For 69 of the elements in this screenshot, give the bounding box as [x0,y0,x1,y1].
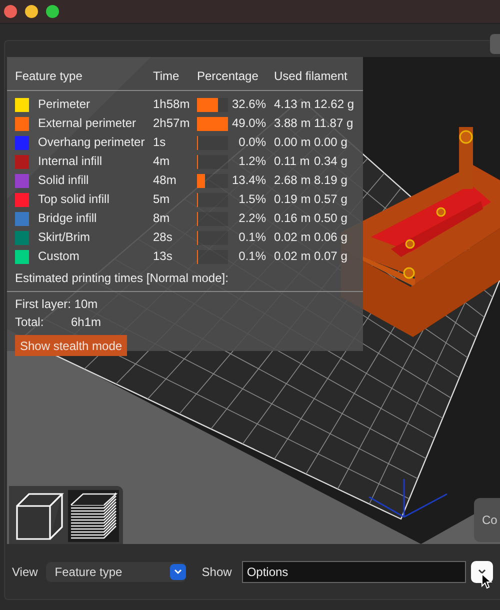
weight-value: 0.34 g [313,153,348,170]
stealth-mode-button[interactable]: Show stealth mode [15,335,128,356]
time-value: 48m [153,172,178,189]
weight-value: 8.19 g [313,172,348,189]
length-value: 0.16 m [273,210,310,227]
total-label: Total: [15,314,45,331]
weight-value: 0.07 g [313,248,348,265]
maximize-button[interactable] [46,5,59,18]
weight-value: 0.00 g [313,134,348,151]
length-value: 0.02 m [273,229,310,246]
feature-name: External perimeter [38,115,138,132]
layers-button[interactable] [68,490,119,542]
time-value: 4m [153,153,171,170]
weight-value: 11.87 g [313,115,354,132]
feature-name: Perimeter [38,96,92,113]
length-value: 0.02 m [273,248,310,265]
feature-name: Bridge infill [38,210,98,227]
feature-name: Skirt/Brim [38,229,91,246]
layers-icon [68,491,118,541]
side-button[interactable]: Co [474,498,500,542]
length-value: 4.13 m [273,96,310,113]
feature-name: Top solid infill [38,191,110,208]
weight-value: 0.06 g [313,229,348,246]
length-value: 0.11 m [273,153,310,170]
feature-name: Custom [38,248,80,265]
cursor-icon [480,572,493,588]
percentage-value: 13.4% [230,172,266,189]
time-value: 13s [153,248,174,265]
length-value: 0.19 m [273,191,310,208]
cube-button[interactable] [13,490,64,542]
percentage-value: 1.2% [238,153,266,170]
percentage-value: 0.0% [238,134,266,151]
estimate-title: Estimated printing times [Normal mode]: [15,270,228,287]
percentage-value: 2.2% [238,210,266,227]
length-value: 0.00 m [273,134,310,151]
length-value: 2.68 m [273,172,310,189]
feature-name: Overhang perimeter [38,134,146,151]
percentage-value: 1.5% [238,191,266,208]
column-header: Time [153,68,180,85]
view-select[interactable]: Feature type [46,562,186,582]
column-header: Used filament [273,68,348,85]
percentage-value: 0.1% [238,229,266,246]
time-value: 2h57m [153,115,191,132]
percentage-value: 32.6% [230,96,266,113]
weight-value: 12.62 g [313,96,356,113]
show-label: Show [202,564,232,578]
column-header: Percentage [197,68,260,85]
percentage-value: 0.1% [238,248,266,265]
time-value: 1h58m [153,96,191,113]
close-button[interactable] [4,5,17,18]
time-value: 8m [153,210,171,227]
chevron-down-icon [478,568,486,574]
length-value: 3.88 m [273,115,310,132]
cube-icon [14,491,64,541]
minimize-button[interactable] [25,5,38,18]
total-time: 6h1m [71,314,102,331]
view-label: View [12,564,38,578]
time-value: 28s [153,229,174,246]
weight-value: 0.57 g [313,191,348,208]
feature-name: Internal infill [38,153,104,170]
options-field[interactable]: Options [242,560,466,582]
first-layer-time: First layer: 10m [15,296,98,313]
feature-name: Solid infill [38,172,90,189]
weight-value: 0.50 g [313,210,348,227]
percentage-value: 49.0% [230,115,266,132]
chevron-down-icon [174,568,182,574]
column-header: Feature type [15,68,84,85]
time-value: 5m [153,191,171,208]
time-value: 1s [153,134,167,151]
